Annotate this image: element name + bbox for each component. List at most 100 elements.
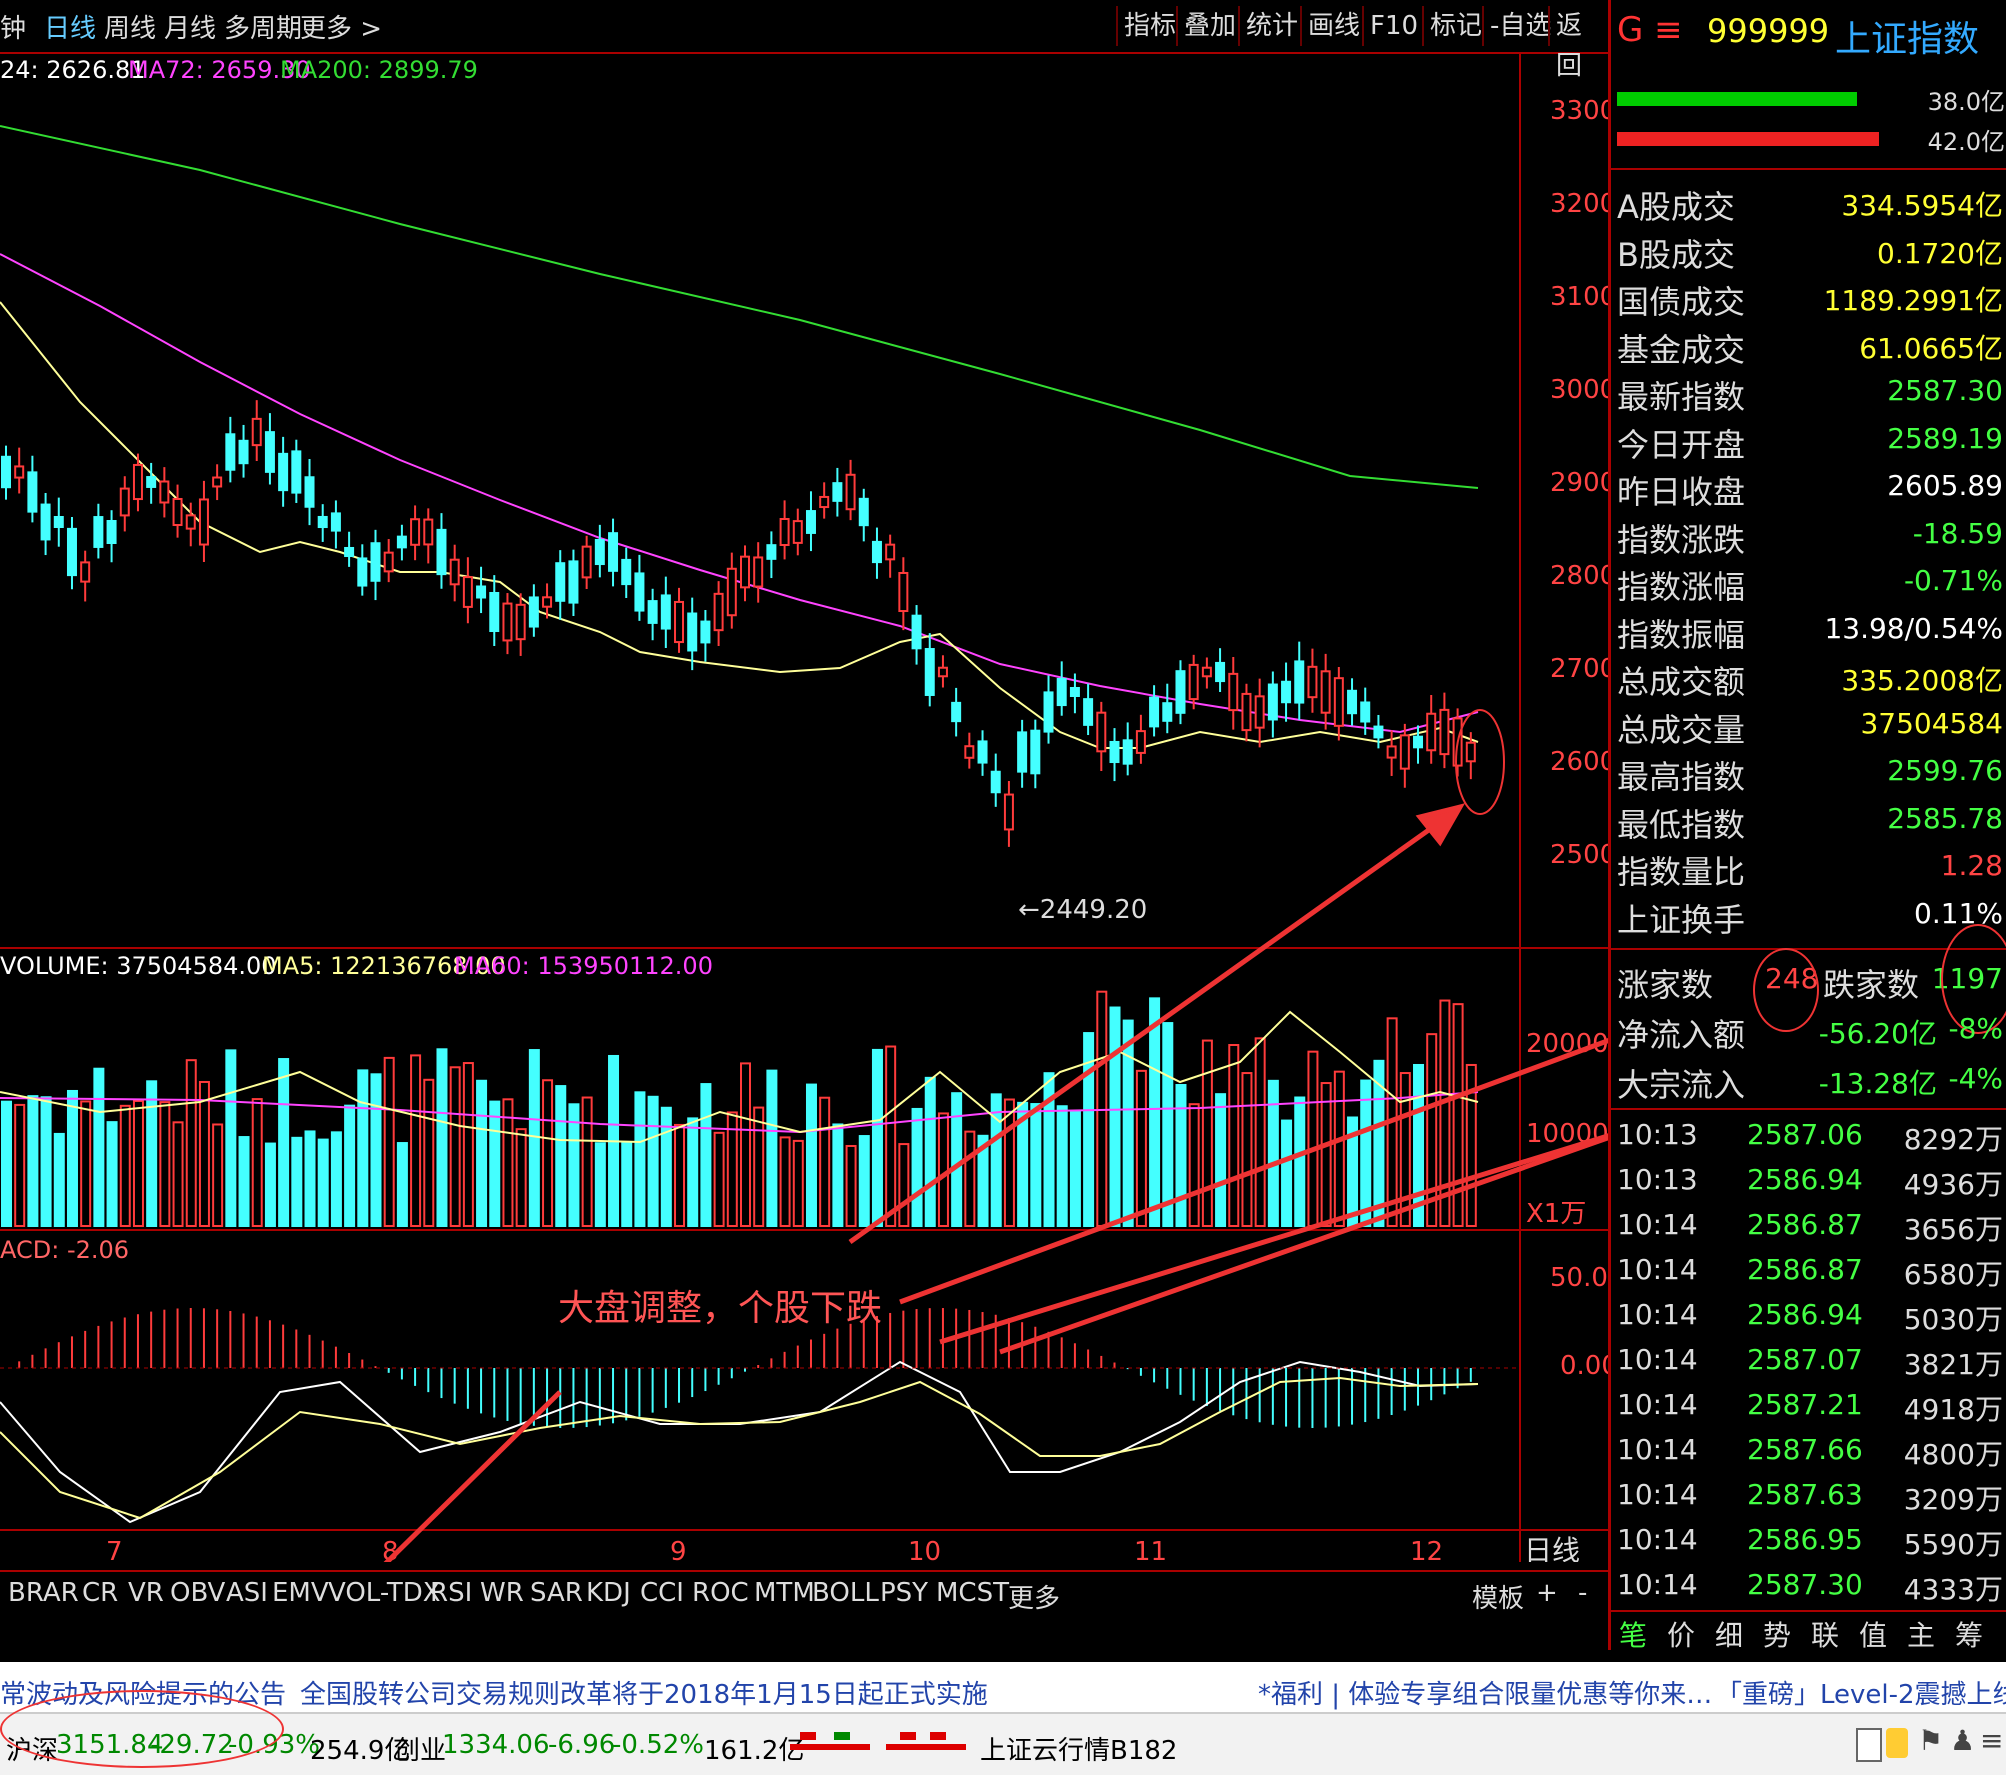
- tab-chips[interactable]: 筹: [1955, 1614, 1983, 1654]
- tool-draw[interactable]: 画线: [1300, 6, 1366, 46]
- zoom-out-button[interactable]: -: [1578, 1578, 1587, 1608]
- volume-bar: [146, 1080, 158, 1227]
- candle-body: [119, 487, 130, 517]
- period-minute[interactable]: 钟: [0, 8, 26, 45]
- macd-dea-line: [0, 1376, 1479, 1520]
- tab-wr[interactable]: WR: [480, 1578, 524, 1608]
- panel-code: 999999: [1707, 12, 1830, 50]
- candle-body: [700, 620, 711, 644]
- lock-icon[interactable]: [1886, 1728, 1908, 1758]
- candle-body: [1333, 677, 1344, 727]
- month-label-12: 12: [1410, 1537, 1443, 1562]
- tab-linked[interactable]: 联: [1811, 1614, 1839, 1654]
- price-axis: 3300 3200 3100 3000 2900 2800 2700 2600 …: [1550, 96, 1608, 870]
- tab-trades[interactable]: 笔: [1619, 1614, 1647, 1654]
- notepad-icon[interactable]: [1856, 1728, 1882, 1762]
- tab-kdj[interactable]: KDJ: [586, 1578, 631, 1608]
- quote-row-value: 334.5954亿: [1841, 189, 2003, 222]
- tab-cci[interactable]: CCI: [640, 1578, 684, 1608]
- trade-volume: 3209万: [1903, 1483, 2003, 1516]
- candle-body: [1241, 692, 1252, 732]
- candle-body: [1162, 702, 1173, 722]
- tool-overlay[interactable]: 叠加: [1176, 6, 1242, 46]
- volume-bar: [819, 1096, 831, 1228]
- quote-row-value: 2587.30: [1887, 374, 2003, 407]
- volume-bar: [1, 1100, 12, 1227]
- candle-body: [1122, 739, 1133, 765]
- period-monthly[interactable]: 月线: [164, 8, 216, 45]
- kline-chart[interactable]: 24: 2626.81 MA72: 2659.30 MA200: 2899.79…: [0, 52, 1608, 1562]
- tab-sar[interactable]: SAR: [530, 1578, 583, 1608]
- candle-body: [621, 558, 632, 586]
- tab-vol-tdx[interactable]: VOL-TDX: [328, 1578, 441, 1608]
- volume-bar: [489, 1100, 501, 1228]
- news-item-3[interactable]: *福利 | 体验专享组合限量优惠等你来…: [1258, 1674, 1712, 1711]
- tab-mtm[interactable]: MTM: [754, 1578, 815, 1608]
- volume-bar: [1069, 1110, 1081, 1227]
- flag-icon[interactable]: ⚑: [1918, 1724, 1943, 1757]
- period-multi[interactable]: 多周期: [224, 8, 302, 45]
- tab-obv[interactable]: OBV: [170, 1578, 225, 1608]
- trade-time: 10:14: [1617, 1253, 1698, 1286]
- volume-bar: [1109, 1006, 1121, 1228]
- tab-main[interactable]: 主: [1907, 1614, 1935, 1654]
- zoom-in-button[interactable]: +: [1536, 1578, 1558, 1608]
- quote-row-value: 2605.89: [1887, 469, 2003, 502]
- tab-price[interactable]: 价: [1667, 1614, 1695, 1654]
- news-item-4[interactable]: 「重磅」Level-2震撼上线，识!: [1716, 1674, 2006, 1711]
- person-icon[interactable]: ♟: [1950, 1724, 1975, 1757]
- quote-row-value: -18.59: [1912, 516, 2003, 550]
- trade-price: 2587.30: [1747, 1568, 1863, 1601]
- volume-bar: [212, 1123, 224, 1228]
- tab-cr[interactable]: CR: [82, 1578, 118, 1608]
- sell-bar: [1617, 132, 1879, 146]
- net-inflow-value: -56.20亿: [1818, 1017, 1937, 1050]
- tab-rsi[interactable]: RSI: [430, 1578, 472, 1608]
- tab-more[interactable]: 更多: [1008, 1578, 1060, 1615]
- tool-back[interactable]: 返回: [1548, 6, 1608, 81]
- tool-f10[interactable]: F10: [1362, 6, 1424, 46]
- tool-mark[interactable]: 标记: [1422, 6, 1488, 46]
- period-daily[interactable]: 日线: [44, 8, 96, 45]
- tab-detail[interactable]: 细: [1715, 1614, 1743, 1654]
- volume-bar: [1215, 1093, 1227, 1227]
- candle-body: [1188, 663, 1199, 701]
- macd-tick-50: 50.00: [1550, 1263, 1608, 1293]
- trade-time: 10:14: [1617, 1388, 1698, 1421]
- cy-index: 1334.06: [442, 1730, 550, 1760]
- volume-bar: [1281, 1119, 1293, 1228]
- quote-row-label: 总成交额: [1617, 663, 1746, 701]
- trade-price: 2586.87: [1747, 1208, 1863, 1241]
- candle-body: [1175, 670, 1186, 714]
- net-inflow-pct: -8%: [1948, 1012, 2003, 1045]
- volume-bar: [1228, 1044, 1240, 1227]
- tab-boll[interactable]: BOLL: [812, 1578, 879, 1608]
- tab-vr[interactable]: VR: [128, 1578, 164, 1608]
- tab-psy[interactable]: PSY: [880, 1578, 928, 1608]
- candle-body: [132, 463, 143, 501]
- price-tick-3200: 3200: [1550, 189, 1608, 219]
- period-weekly[interactable]: 周线: [104, 8, 156, 45]
- news-item-2[interactable]: 全国股转公司交易规则改革将于2018年1月15日起正式实施: [300, 1674, 988, 1711]
- tool-watchlist[interactable]: -自选: [1482, 6, 1557, 46]
- tool-stats[interactable]: 统计: [1238, 6, 1304, 46]
- tab-brar[interactable]: BRAR: [8, 1578, 79, 1608]
- period-more[interactable]: 更多 >: [300, 8, 382, 45]
- tab-mcst[interactable]: MCST: [936, 1578, 1009, 1608]
- tab-emv[interactable]: EMV: [272, 1578, 329, 1608]
- candle-body: [805, 510, 816, 534]
- news-ticker: 常波动及风险提示的公告 全国股转公司交易规则改革将于2018年1月15日起正式实…: [0, 1662, 2006, 1712]
- tab-asi[interactable]: ASI: [226, 1578, 268, 1608]
- trade-time: 10:14: [1617, 1433, 1698, 1466]
- candle-body: [212, 476, 223, 488]
- template-button[interactable]: 模板: [1472, 1578, 1524, 1615]
- trade-time: 10:14: [1617, 1478, 1698, 1511]
- quote-row: A股成交 334.5954亿: [1617, 178, 2006, 226]
- tab-trend[interactable]: 势: [1763, 1614, 1791, 1654]
- menu-icon[interactable]: ≡: [1980, 1724, 2003, 1757]
- tab-roc[interactable]: ROC: [692, 1578, 749, 1608]
- tab-value[interactable]: 值: [1859, 1614, 1887, 1654]
- macd-tick-0: 0.00: [1560, 1351, 1608, 1381]
- volume-bar: [621, 1141, 633, 1228]
- tool-indicator[interactable]: 指标: [1116, 6, 1182, 46]
